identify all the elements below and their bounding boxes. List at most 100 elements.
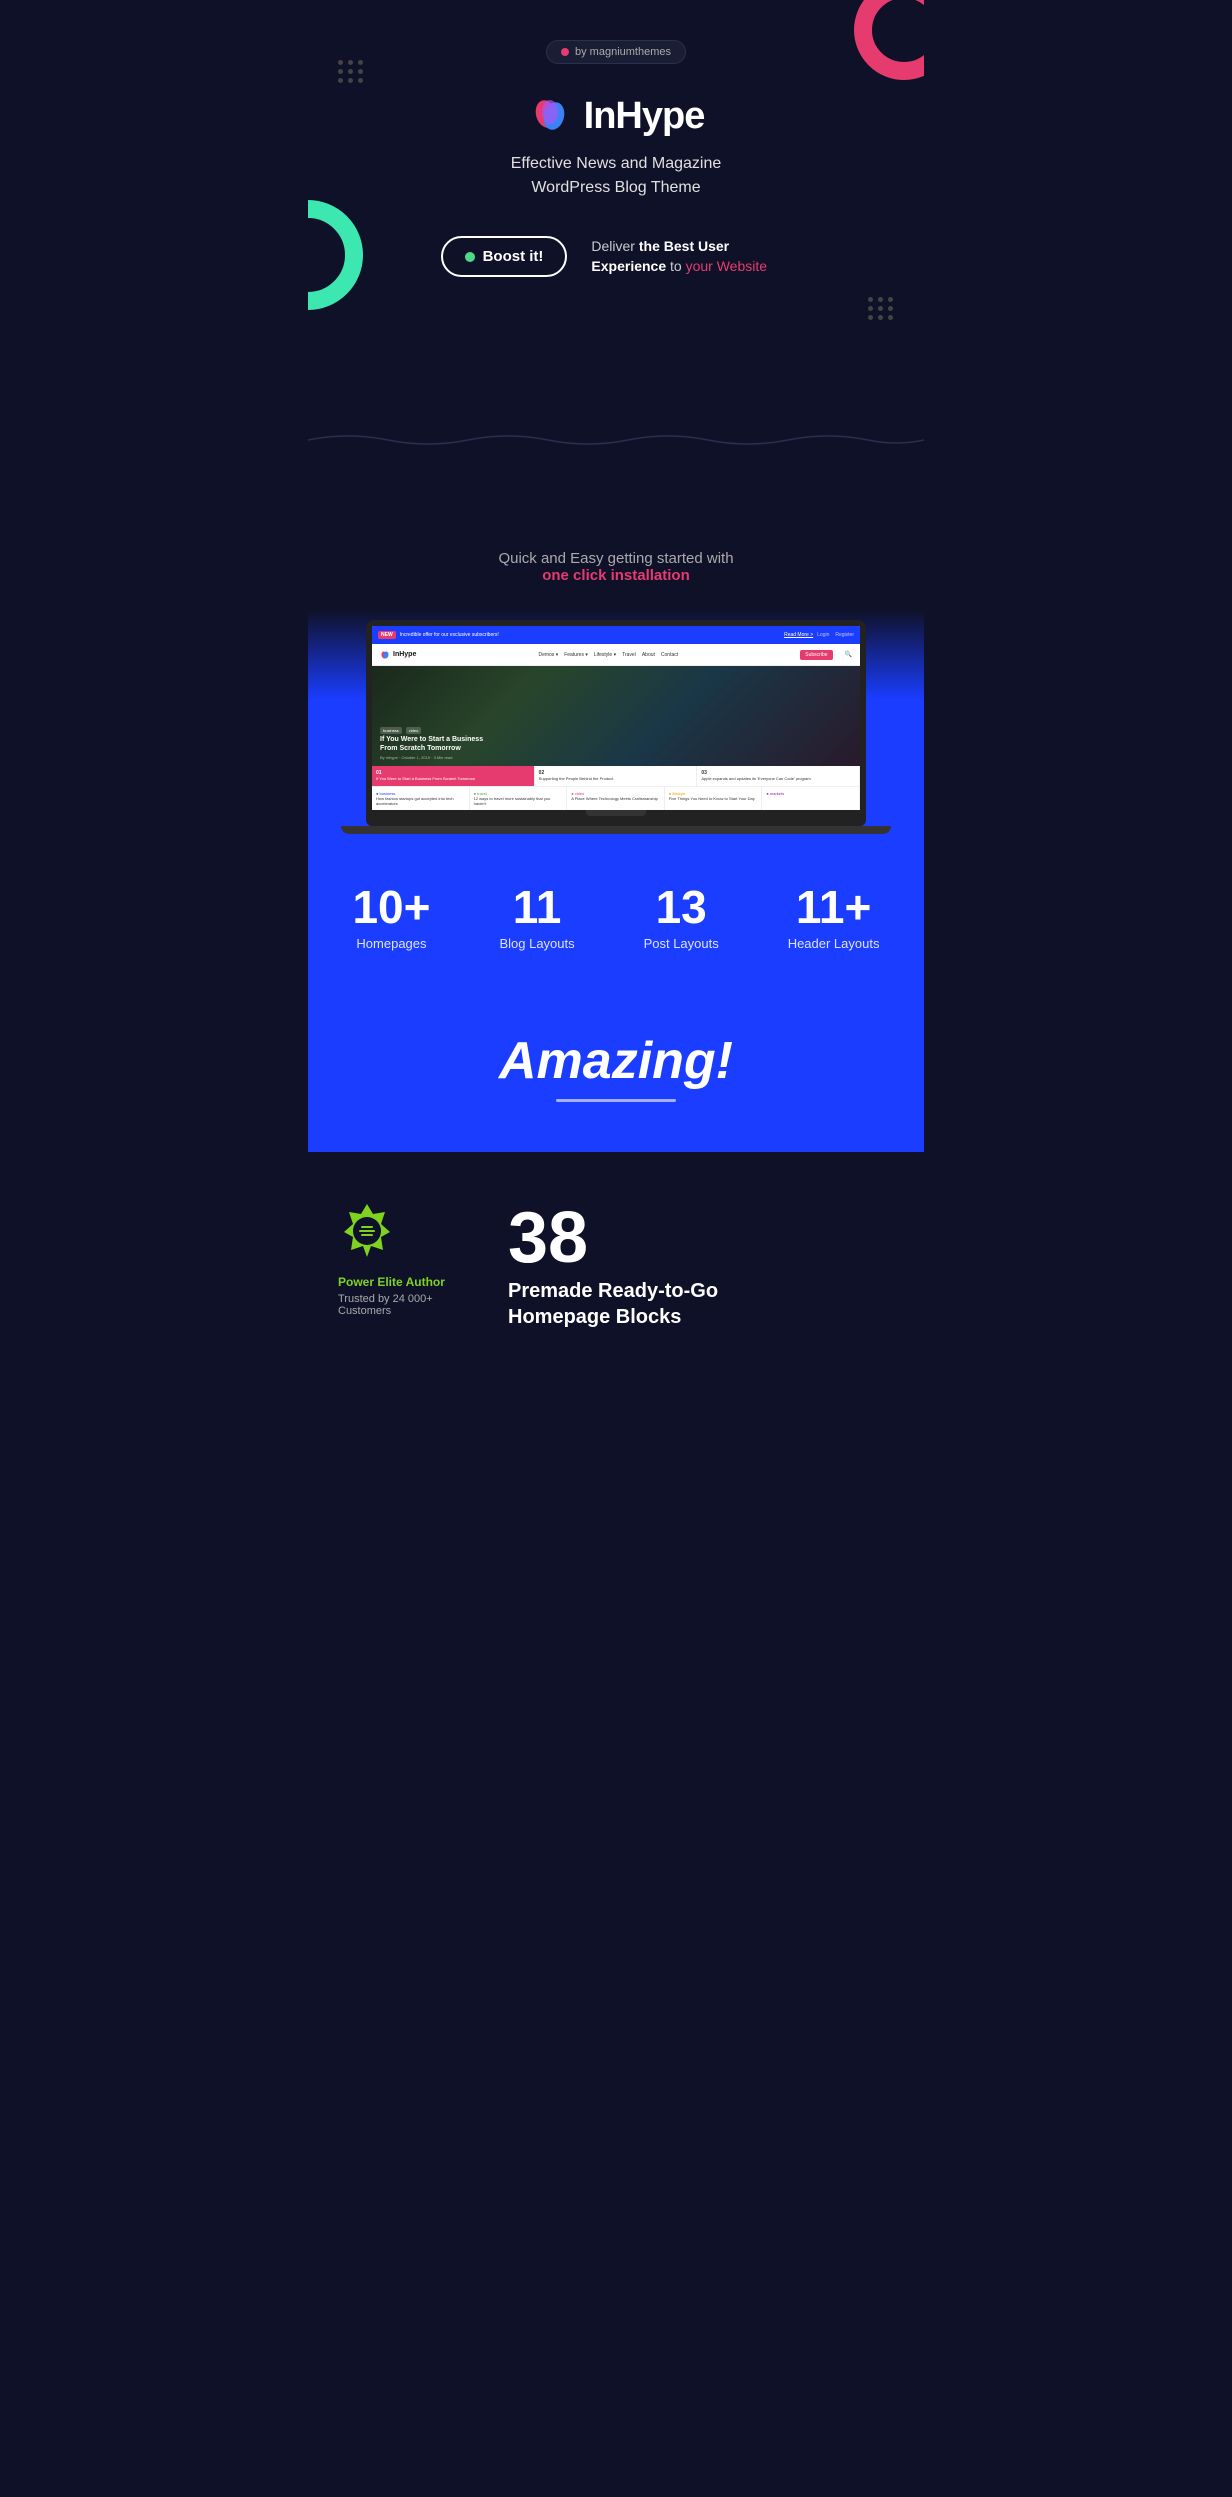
mini-topbar: NEW Incredible offer for our exclusive s… xyxy=(372,626,860,644)
mini-card-3: 03 Apple expands and updates its 'Everyo… xyxy=(697,766,860,786)
mini-nav-travel: Travel xyxy=(622,652,636,658)
amazing-section: Amazing! xyxy=(308,1021,924,1152)
tagline-suffix: to xyxy=(666,258,685,274)
stat-blog-number: 11 xyxy=(499,884,574,930)
power-elite-label: Power Elite Author xyxy=(338,1275,478,1289)
mini-post-cat-5: ● markets xyxy=(766,791,855,796)
mini-nav: InHype Demos ▾ Features ▾ Lifestyle ▾ Tr… xyxy=(372,644,860,666)
badge-dot-icon xyxy=(561,48,569,56)
stat-homepages-label: Homepages xyxy=(352,936,430,951)
hero-subtitle: Effective News and Magazine WordPress Bl… xyxy=(328,152,904,200)
install-section: Quick and Easy getting started with one … xyxy=(308,520,924,610)
blocks-label: Premade Ready-to-Go Homepage Blocks xyxy=(508,1278,894,1330)
logo-area: InHype xyxy=(328,94,904,138)
install-text: Quick and Easy getting started with one … xyxy=(328,550,904,584)
tagline-prefix: Deliver xyxy=(591,238,638,254)
mini-hero-title: If You Were to Start a Business From Scr… xyxy=(380,736,500,753)
mini-nav-features: Features ▾ xyxy=(564,652,588,658)
mini-card-1: 01 If You Were to Start a Business From … xyxy=(372,766,535,786)
author-block: Power Elite Author Trusted by 24 000+ Cu… xyxy=(338,1202,478,1317)
boost-dot-icon xyxy=(465,252,475,262)
bottom-section: Power Elite Author Trusted by 24 000+ Cu… xyxy=(308,1152,924,1380)
mini-cards-row: 01 If You Were to Start a Business From … xyxy=(372,766,860,786)
deco-dots-bottomright xyxy=(868,297,894,320)
mini-post-2: ● travel 12 ways to travel more sustaina… xyxy=(470,787,568,811)
mini-nav-logo: InHype xyxy=(380,650,416,660)
stats-section: 10+ Homepages 11 Blog Layouts 13 Post La… xyxy=(308,834,924,1021)
mini-badge-video: video xyxy=(406,727,422,734)
stat-header-layouts: 11+ Header Layouts xyxy=(788,884,880,951)
mini-post-4: ● lifestyle Five Things You Need to Know… xyxy=(665,787,763,811)
laptop-section: NEW Incredible offer for our exclusive s… xyxy=(308,610,924,834)
stat-post-label: Post Layouts xyxy=(644,936,719,951)
amazing-underline xyxy=(556,1099,676,1102)
laptop-base xyxy=(341,826,891,834)
blocks-label-line1: Premade Ready-to-Go xyxy=(508,1280,718,1302)
stat-header-label: Header Layouts xyxy=(788,936,880,951)
stat-header-number: 11+ xyxy=(788,884,880,930)
mini-nav-logo-text: InHype xyxy=(393,651,416,658)
amazing-text: Amazing! xyxy=(328,1031,904,1091)
hero-cta-row: Boost it! Deliver the Best User Experien… xyxy=(328,236,904,277)
mini-post-title-1: How fashion startups got accepted into t… xyxy=(376,797,465,807)
by-magnium-badge: by magniumthemes xyxy=(546,40,686,64)
stats-grid: 10+ Homepages 11 Blog Layouts 13 Post La… xyxy=(328,884,904,951)
mini-nav-items: Demos ▾ Features ▾ Lifestyle ▾ Travel Ab… xyxy=(424,652,792,658)
boost-button[interactable]: Boost it! xyxy=(441,236,568,277)
mini-nav-demos: Demos ▾ xyxy=(538,652,558,658)
blocks-block: 38 Premade Ready-to-Go Homepage Blocks xyxy=(508,1202,894,1330)
mini-card-title-1: If You Were to Start a Business From Scr… xyxy=(376,777,530,782)
blocks-label-line2: Homepage Blocks xyxy=(508,1306,681,1328)
laptop-wrapper: NEW Incredible offer for our exclusive s… xyxy=(366,620,866,834)
laptop-screen: NEW Incredible offer for our exclusive s… xyxy=(366,620,866,810)
mini-nav-contact: Contact xyxy=(661,652,678,658)
mini-search-icon: 🔍 xyxy=(845,651,852,658)
mini-browser: NEW Incredible offer for our exclusive s… xyxy=(372,626,860,810)
boost-label: Boost it! xyxy=(483,248,544,265)
mini-post-3: ● video A Place Where Technology Meets C… xyxy=(567,787,665,811)
wave-decoration xyxy=(308,430,924,450)
install-prefix: Quick and Easy getting started with xyxy=(498,550,733,567)
tagline-highlight: your Website xyxy=(686,258,767,274)
stat-blog-label: Blog Layouts xyxy=(499,936,574,951)
mini-nav-about: About xyxy=(642,652,655,658)
power-elite-badge-icon xyxy=(338,1202,396,1260)
mini-hero: business video If You Were to Start a Bu… xyxy=(372,666,860,766)
mini-posts-row: ● business How fashion startups got acce… xyxy=(372,786,860,811)
mini-post-5: ● markets xyxy=(762,787,860,811)
deco-circle-teal xyxy=(308,200,363,310)
by-badge-container: by magniumthemes xyxy=(328,40,904,64)
mini-read-more: Read More > xyxy=(784,632,813,638)
subtitle-line1: Effective News and Magazine xyxy=(328,152,904,176)
mini-register: Register xyxy=(835,632,854,638)
mini-topbar-badge: NEW xyxy=(378,631,396,639)
badge-text: by magniumthemes xyxy=(575,46,671,58)
mini-hero-badges: business video xyxy=(380,727,500,734)
stat-post-number: 13 xyxy=(644,884,719,930)
mini-badge-business: business xyxy=(380,727,402,734)
mini-post-title-2: 12 ways to travel more sustainably that … xyxy=(474,797,563,807)
stat-homepages-number: 10+ xyxy=(352,884,430,930)
mini-login: Login xyxy=(817,632,829,638)
blocks-number: 38 xyxy=(508,1202,894,1274)
mini-card-2: 02 Supporting the People Behind the Prod… xyxy=(535,766,698,786)
mini-post-1: ● business How fashion startups got acce… xyxy=(372,787,470,811)
trusted-text: Trusted by 24 000+ Customers xyxy=(338,1293,478,1317)
mini-card-title-2: Supporting the People Behind the Product xyxy=(539,777,693,782)
mini-topbar-text: Incredible offer for our exclusive subsc… xyxy=(400,632,780,638)
deco-circle-pink xyxy=(854,0,924,80)
hero-section: by magniumthemes InHype Effective News a… xyxy=(308,0,924,520)
stat-homepages: 10+ Homepages xyxy=(352,884,430,951)
mini-nav-lifestyle: Lifestyle ▾ xyxy=(594,652,616,658)
mini-post-title-3: A Place Where Technology Meets Craftsman… xyxy=(571,797,660,802)
mini-post-title-4: Five Things You Need to Know to Start Yo… xyxy=(669,797,758,802)
mini-hero-meta: By Inhype · October 1, 2019 · 3 Min read xyxy=(380,755,500,760)
mini-card-title-3: Apple expands and updates its 'Everyone … xyxy=(701,777,855,782)
subtitle-line2: WordPress Blog Theme xyxy=(328,176,904,200)
mini-hero-overlay: business video If You Were to Start a Bu… xyxy=(372,721,508,766)
hero-tagline: Deliver the Best User Experience to your… xyxy=(591,237,791,276)
logo-text: InHype xyxy=(584,95,705,138)
stat-post-layouts: 13 Post Layouts xyxy=(644,884,719,951)
inhype-logo-icon xyxy=(528,94,572,138)
stat-blog-layouts: 11 Blog Layouts xyxy=(499,884,574,951)
